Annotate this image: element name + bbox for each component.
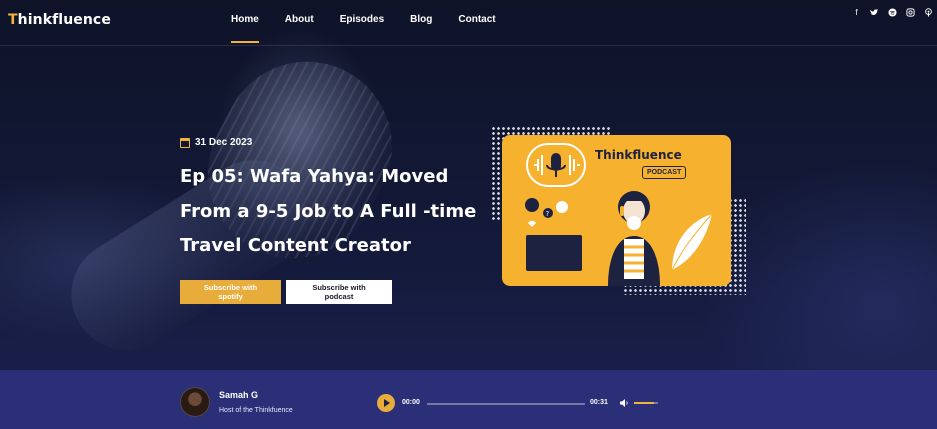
audio-player-bar: Samah G Host of the Thinkfuence 00:00 00… (0, 370, 937, 429)
svg-text:?: ? (546, 210, 550, 218)
volume-icon[interactable] (619, 398, 629, 408)
nav-blog[interactable]: Blog (410, 14, 432, 42)
site-logo[interactable]: Thinkfluence (8, 12, 111, 28)
calendar-icon (180, 137, 190, 148)
podcast-icon[interactable] (924, 8, 933, 17)
subscribe-spotify-button[interactable]: Subscribe with spotify (180, 280, 281, 304)
podcast-cover-art: Thinkfluence PODCAST ? (502, 135, 731, 286)
current-time: 00:00 (402, 399, 420, 406)
episode-title: Ep 05: Wafa Yahya: Moved From a 9-5 Job … (180, 166, 477, 256)
social-links: f (852, 8, 937, 17)
nav-home[interactable]: Home (231, 14, 259, 43)
chat-icons-illustration: ? (525, 198, 568, 227)
play-icon (384, 399, 390, 407)
subscribe-buttons: Subscribe with spotify Subscribe with po… (180, 280, 392, 304)
logo-accent-letter: T (8, 12, 18, 28)
host-name: Samah G (219, 390, 259, 400)
host-role: Host of the Thinkfuence (219, 407, 293, 414)
play-button[interactable] (377, 394, 395, 412)
site-header: Thinkfluence Home About Episodes Blog Co… (0, 0, 937, 46)
episode-date: 31 Dec 2023 (180, 137, 252, 148)
host-avatar (180, 387, 210, 417)
nav-episodes[interactable]: Episodes (340, 14, 384, 42)
laptop-illustration (526, 235, 582, 271)
logo-text-end: ce (92, 12, 111, 28)
progress-track[interactable] (427, 403, 585, 405)
instagram-icon[interactable] (906, 8, 915, 17)
cover-brand: Thinkfluence (595, 148, 682, 162)
nav-contact[interactable]: Contact (458, 14, 495, 42)
subscribe-podcast-button[interactable]: Subscribe with podcast (286, 280, 392, 304)
leaf-illustration (671, 213, 713, 271)
episode-date-text: 31 Dec 2023 (195, 137, 253, 148)
duration-time: 00:31 (590, 399, 608, 406)
twitter-icon[interactable] (870, 8, 879, 17)
spotify-icon[interactable] (888, 8, 897, 17)
facebook-icon[interactable]: f (852, 8, 861, 17)
volume-level (634, 402, 655, 404)
microphone-bubble-icon (526, 143, 586, 187)
logo-text: hinkfluen (17, 12, 93, 28)
nav-about[interactable]: About (285, 14, 314, 42)
volume-slider[interactable] (634, 402, 658, 404)
main-nav: Home About Episodes Blog Contact (231, 14, 522, 43)
